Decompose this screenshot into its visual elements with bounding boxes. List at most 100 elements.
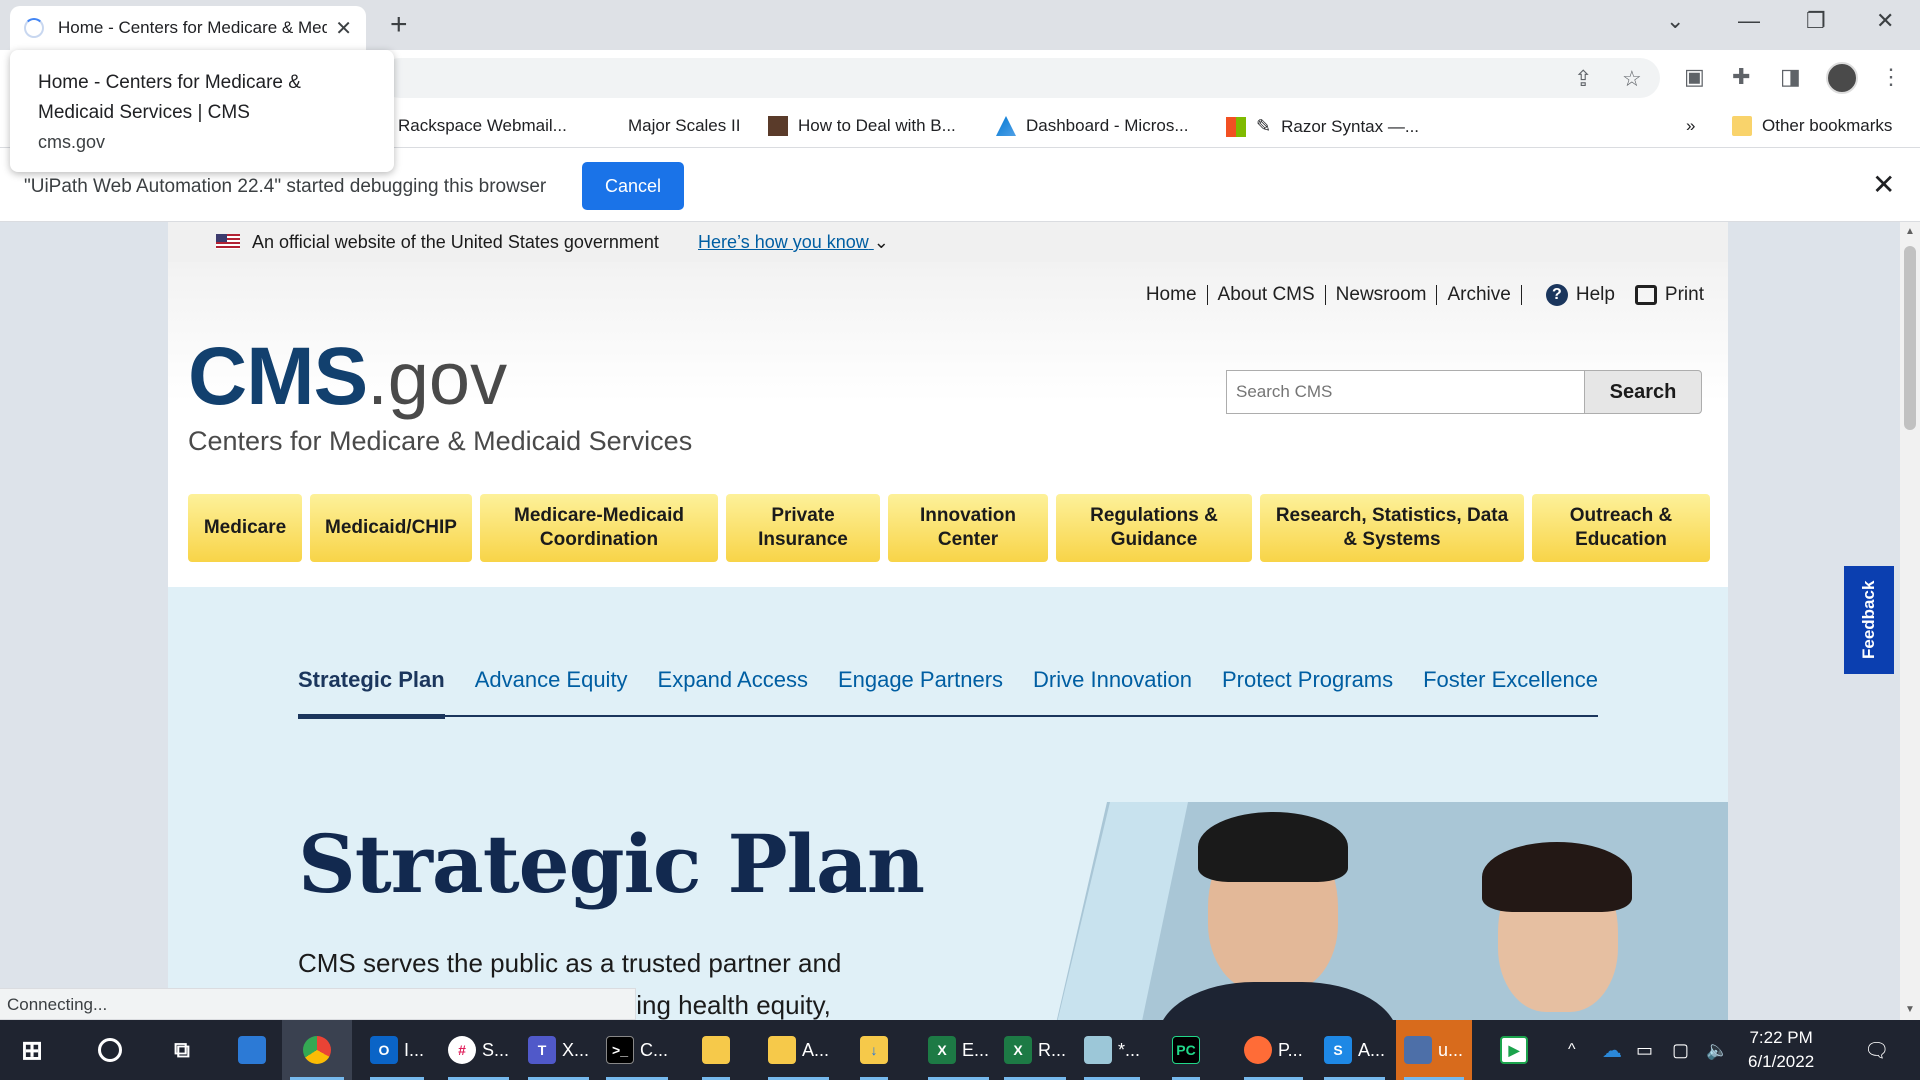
address-bar[interactable]: ⇪ ☆: [380, 58, 1660, 98]
search-button[interactable]: Search: [1584, 370, 1702, 414]
loading-spinner-icon: [24, 18, 44, 38]
taskbar-media-app[interactable]: ▶: [1492, 1020, 1536, 1080]
tab-engage-partners[interactable]: Engage Partners: [838, 667, 1003, 715]
cms-logo[interactable]: CMS.gov Centers for Medicare & Medicaid …: [188, 330, 692, 456]
close-tab-icon[interactable]: ✕: [335, 16, 352, 41]
extensions-puzzle-icon[interactable]: ✚: [1732, 64, 1750, 90]
search-taskbar-icon[interactable]: [90, 1020, 130, 1080]
volume-icon[interactable]: 🔈: [1698, 1020, 1736, 1080]
taskbar-pycharm[interactable]: PC: [1164, 1020, 1208, 1080]
tab-foster-excellence[interactable]: Foster Excellence: [1423, 667, 1598, 715]
laptop-app-icon[interactable]: [230, 1020, 274, 1080]
nav-outreach-education[interactable]: Outreach & Education: [1532, 494, 1710, 562]
network-icon[interactable]: ▢: [1664, 1020, 1697, 1080]
pencil-icon: ✎: [1256, 116, 1272, 136]
tab-expand-access[interactable]: Expand Access: [658, 667, 808, 715]
how-you-know-link[interactable]: Here’s how you know ⌄: [698, 232, 889, 253]
cancel-debugging-button[interactable]: Cancel: [582, 162, 684, 210]
folder-icon: [768, 1036, 796, 1064]
strategic-plan-heading: Strategic Plan: [298, 817, 925, 911]
clock-date: 6/1/2022: [1748, 1052, 1815, 1071]
tab-strategic-plan[interactable]: Strategic Plan: [298, 667, 445, 719]
browser-tab-active[interactable]: Home - Centers for Medicare & Medicaid S…: [10, 6, 366, 50]
battery-icon[interactable]: ▭: [1628, 1020, 1661, 1080]
tab-protect-programs[interactable]: Protect Programs: [1222, 667, 1393, 715]
logo-cms: CMS: [188, 331, 368, 422]
nav-medicaid-chip[interactable]: Medicaid/CHIP: [310, 494, 472, 562]
onedrive-icon[interactable]: ☁: [1594, 1020, 1630, 1080]
status-bubble: Connecting...: [0, 988, 636, 1020]
share-icon[interactable]: ⇪: [1574, 66, 1592, 92]
tab-hover-card: Home - Centers for Medicare & Medicaid S…: [10, 50, 394, 172]
bookmark-major-scales[interactable]: Major Scales II: [628, 116, 740, 136]
site-header: Home About CMS Newsroom Archive ? Help P…: [168, 262, 1728, 587]
extension-app-icon[interactable]: ▣: [1684, 64, 1705, 90]
tab-search-icon[interactable]: ⌄: [1666, 8, 1684, 34]
util-link-home[interactable]: Home: [1136, 285, 1208, 305]
feedback-button[interactable]: Feedback: [1844, 566, 1894, 674]
scrollbar-thumb[interactable]: [1904, 246, 1916, 430]
task-view-icon[interactable]: ⧉: [160, 1020, 204, 1080]
bookmark-razor-syntax[interactable]: ✎ Razor Syntax —...: [1226, 116, 1419, 137]
util-link-archive[interactable]: Archive: [1437, 285, 1522, 305]
tray-chevron-up-icon[interactable]: ^: [1560, 1020, 1584, 1080]
folder-icon: [702, 1036, 730, 1064]
app-icon: S: [1324, 1036, 1352, 1064]
printer-icon: [1634, 285, 1657, 305]
nav-regulations-guidance[interactable]: Regulations & Guidance: [1056, 494, 1252, 562]
chrome-taskbar-icon[interactable]: [282, 1020, 352, 1080]
taskbar-clock[interactable]: 7:22 PM 6/1/2022: [1748, 1026, 1814, 1074]
util-link-about[interactable]: About CMS: [1208, 285, 1326, 305]
bookmark-star-icon[interactable]: ☆: [1622, 66, 1642, 92]
nav-medicare-medicaid-coordination[interactable]: Medicare-Medicaid Coordination: [480, 494, 718, 562]
restore-icon[interactable]: ❐: [1806, 8, 1826, 34]
scroll-down-icon[interactable]: ▼: [1905, 1004, 1915, 1015]
side-panel-icon[interactable]: ◨: [1780, 64, 1801, 90]
tab-drive-innovation[interactable]: Drive Innovation: [1033, 667, 1192, 715]
taskbar-outlook[interactable]: O I...: [362, 1020, 432, 1080]
windows-start-icon[interactable]: ⊞: [10, 1020, 54, 1080]
nav-innovation-center[interactable]: Innovation Center: [888, 494, 1048, 562]
hover-card-title: Home - Centers for Medicare & Medicaid S…: [38, 72, 301, 123]
bookmark-how-to-deal[interactable]: How to Deal with B...: [768, 116, 956, 136]
taskbar-terminal[interactable]: >_ C...: [598, 1020, 676, 1080]
taskbar-notepad[interactable]: *...: [1076, 1020, 1148, 1080]
taskbar-excel-1[interactable]: X E...: [920, 1020, 997, 1080]
menu-kebab-icon[interactable]: ⋮: [1880, 64, 1902, 90]
new-tab-icon[interactable]: +: [390, 8, 408, 42]
taskbar-teams[interactable]: T X...: [520, 1020, 597, 1080]
taskbar-slack[interactable]: # S...: [440, 1020, 517, 1080]
main-nav: Medicare Medicaid/CHIP Medicare-Medicaid…: [188, 494, 1710, 562]
nav-research-statistics[interactable]: Research, Statistics, Data & Systems: [1260, 494, 1524, 562]
bookmark-dashboard[interactable]: Dashboard - Micros...: [996, 116, 1189, 136]
taskbar-folder-2[interactable]: A...: [760, 1020, 837, 1080]
clock-time: 7:22 PM: [1749, 1028, 1813, 1047]
nav-medicare[interactable]: Medicare: [188, 494, 302, 562]
cms-page: An official website of the United States…: [168, 222, 1728, 1020]
minimize-icon[interactable]: —: [1738, 8, 1760, 34]
taskbar-downloads[interactable]: ↓: [852, 1020, 896, 1080]
help-link[interactable]: ? Help: [1545, 284, 1615, 306]
taskbar-folder-1[interactable]: [694, 1020, 738, 1080]
profile-avatar[interactable]: [1826, 62, 1858, 94]
tab-advance-equity[interactable]: Advance Equity: [475, 667, 628, 715]
logo-gov: .gov: [367, 337, 508, 420]
bookmarks-overflow[interactable]: »: [1686, 116, 1695, 136]
bookmark-rackspace[interactable]: Rackspace Webmail...: [398, 116, 567, 136]
scroll-up-icon[interactable]: ▲: [1905, 226, 1915, 237]
excel-icon: X: [1004, 1036, 1032, 1064]
taskbar-uipath[interactable]: u...: [1396, 1020, 1472, 1080]
print-link[interactable]: Print: [1634, 284, 1704, 306]
nav-private-insurance[interactable]: Private Insurance: [726, 494, 880, 562]
close-infobar-icon[interactable]: ✕: [1872, 168, 1895, 201]
logo-subtitle: Centers for Medicare & Medicaid Services: [188, 426, 693, 456]
search-input[interactable]: [1226, 370, 1586, 414]
taskbar-app-s[interactable]: S A...: [1316, 1020, 1393, 1080]
other-bookmarks[interactable]: Other bookmarks: [1732, 116, 1892, 136]
taskbar-postman[interactable]: P...: [1236, 1020, 1311, 1080]
util-link-newsroom[interactable]: Newsroom: [1326, 285, 1438, 305]
taskbar-excel-2[interactable]: X R...: [996, 1020, 1074, 1080]
notifications-icon[interactable]: 🗨: [1856, 1020, 1897, 1080]
page-scrollbar[interactable]: ▲ ▼: [1900, 222, 1920, 1020]
close-window-icon[interactable]: ✕: [1876, 8, 1894, 34]
